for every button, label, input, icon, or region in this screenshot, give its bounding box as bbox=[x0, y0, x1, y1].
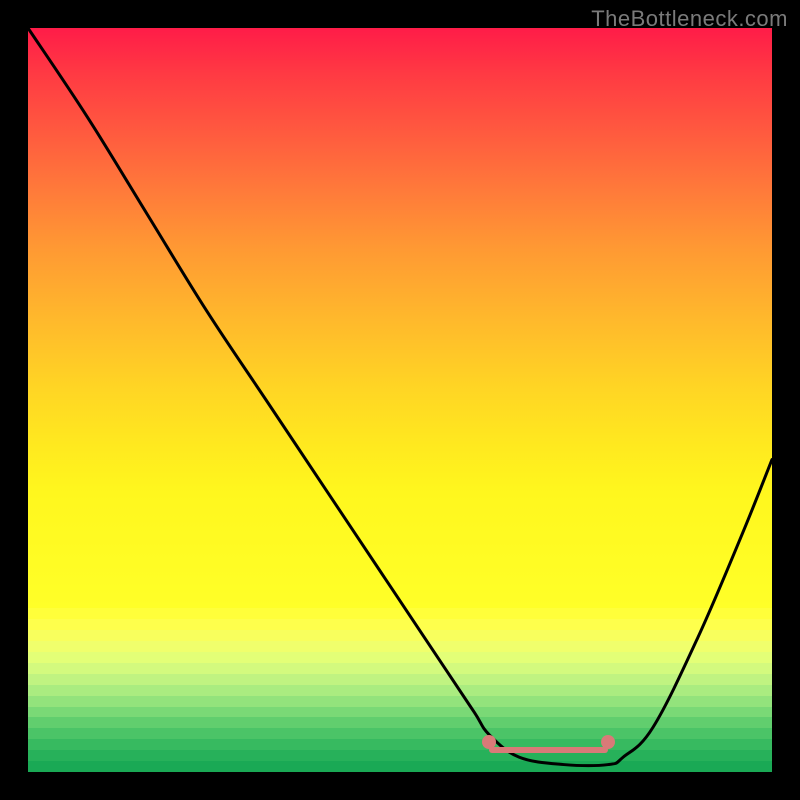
watermark-text: TheBottleneck.com bbox=[591, 6, 788, 32]
plot-area bbox=[28, 28, 772, 772]
optimal-range-bar bbox=[489, 747, 608, 753]
optimal-range-marker-right bbox=[601, 735, 615, 749]
optimal-range-marker-left bbox=[482, 735, 496, 749]
bottleneck-curve bbox=[28, 28, 772, 772]
